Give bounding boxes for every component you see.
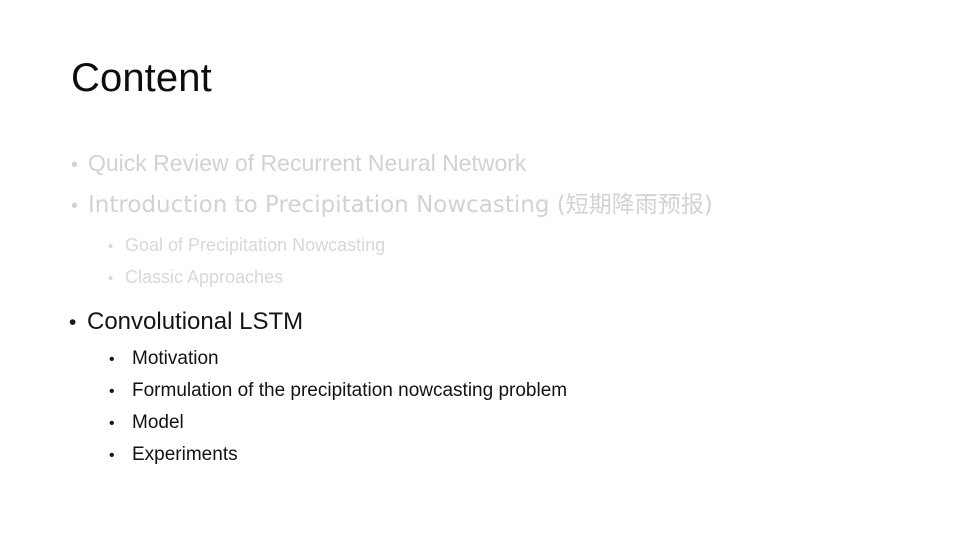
- list-item[interactable]: • Introduction to Precipitation Nowcasti…: [0, 185, 960, 226]
- sub-list-item-active-label: Experiments: [132, 444, 238, 465]
- sub-list-item-active-label: Model: [132, 412, 184, 433]
- presentation-slide: Content • Quick Review of Recurrent Neur…: [0, 0, 960, 540]
- bullet-icon: •: [108, 238, 114, 255]
- sub-list-item-active[interactable]: • Experiments: [0, 439, 960, 471]
- list-item-label: Introduction to Precipitation Nowcasting…: [88, 192, 713, 218]
- bullet-icon: •: [108, 270, 114, 287]
- bullet-icon: •: [71, 195, 79, 217]
- sub-list-item-active-label: Formulation of the precipitation nowcast…: [132, 380, 568, 401]
- sub-list-item-label: Classic Approaches: [125, 267, 284, 287]
- list-item[interactable]: • Quick Review of Recurrent Neural Netwo…: [0, 143, 960, 185]
- list-item-label: Quick Review of Recurrent Neural Network: [88, 150, 527, 176]
- page-title: Content: [71, 56, 212, 100]
- list-item-active-label: Convolutional LSTM: [87, 308, 304, 335]
- bullet-icon: •: [109, 415, 115, 432]
- sub-list-item-active-label: Motivation: [132, 348, 219, 369]
- sub-list-item-label: Goal of Precipitation Nowcasting: [125, 235, 386, 255]
- outline-body: • Quick Review of Recurrent Neural Netwo…: [0, 143, 960, 471]
- bullet-icon: •: [109, 351, 115, 368]
- bullet-icon: •: [69, 311, 77, 334]
- sub-list-item-active[interactable]: • Model: [0, 407, 960, 439]
- bullet-icon: •: [109, 447, 115, 464]
- bullet-icon: •: [109, 383, 115, 400]
- bullet-icon: •: [71, 154, 79, 176]
- sub-list-item[interactable]: • Goal of Precipitation Nowcasting: [0, 230, 960, 262]
- sub-list-item-active[interactable]: • Formulation of the precipitation nowca…: [0, 375, 960, 407]
- sub-list-item-active[interactable]: • Motivation: [0, 343, 960, 375]
- sub-list-item[interactable]: • Classic Approaches: [0, 262, 960, 294]
- list-item-active[interactable]: • Convolutional LSTM: [0, 301, 960, 343]
